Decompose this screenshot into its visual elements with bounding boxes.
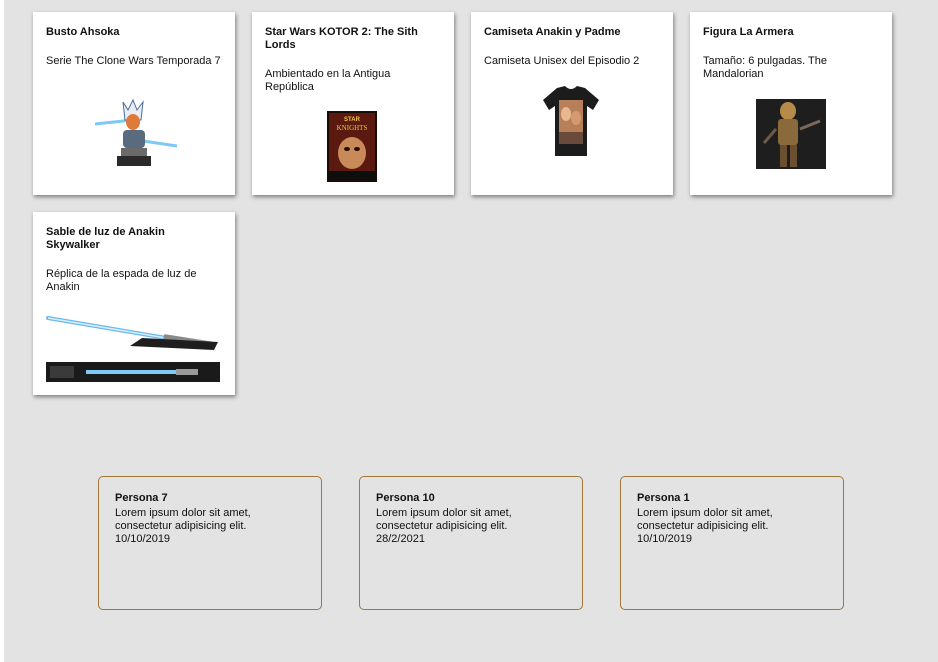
review-text: Lorem ipsum dolor sit amet, consectetur … — [115, 507, 251, 532]
svg-text:KNIGHTS: KNIGHTS — [337, 124, 368, 132]
review-text: Lorem ipsum dolor sit amet, consectetur … — [637, 507, 773, 532]
product-title: Sable de luz de Anakin Skywalker — [46, 226, 165, 251]
review-author: Persona 1 — [637, 492, 690, 504]
product-title: Busto Ahsoka — [46, 26, 120, 38]
product-description: Serie The Clone Wars Temporada 7 — [46, 55, 221, 67]
review-author: Persona 7 — [115, 492, 168, 504]
review-author: Persona 10 — [376, 492, 435, 504]
review-date: 28/2/2021 — [376, 533, 425, 545]
product-title: Star Wars KOTOR 2: The Sith Lords — [265, 26, 418, 51]
product-card[interactable]: Busto Ahsoka Serie The Clone Wars Tempor… — [33, 12, 235, 195]
product-title: Camiseta Anakin y Padme — [484, 26, 621, 38]
product-card[interactable]: Sable de luz de Anakin Skywalker Réplica… — [33, 212, 235, 395]
armorer-figure-image — [756, 99, 826, 169]
product-description: Ambientado en la Antigua República — [265, 68, 391, 93]
tshirt-image — [543, 86, 599, 156]
review-card: Persona 10 Lorem ipsum dolor sit amet, c… — [359, 476, 583, 610]
lightsaber-image — [46, 316, 220, 382]
product-description: Réplica de la espada de luz de Anakin — [46, 268, 197, 293]
ahsoka-bust-image — [94, 98, 178, 166]
review-text: Lorem ipsum dolor sit amet, consectetur … — [376, 507, 512, 532]
product-card[interactable]: Camiseta Anakin y Padme Camiseta Unisex … — [471, 12, 673, 195]
product-title: Figura La Armera — [703, 26, 794, 38]
review-date: 10/10/2019 — [115, 533, 171, 545]
page: Busto Ahsoka Serie The Clone Wars Tempor… — [4, 0, 938, 662]
review-card: Persona 7 Lorem ipsum dolor sit amet, co… — [98, 476, 322, 610]
review-card: Persona 1 Lorem ipsum dolor sit amet, co… — [620, 476, 844, 610]
product-description: Camiseta Unisex del Episodio 2 — [484, 55, 640, 67]
review-date: 10/10/2019 — [637, 533, 693, 545]
kotor2-cover-image: STAR KNIGHTS — [327, 111, 377, 182]
product-description: Tamaño: 6 pulgadas. The Mandalorian — [703, 55, 827, 80]
product-card[interactable]: Star Wars KOTOR 2: The Sith Lords Ambien… — [252, 12, 454, 195]
product-card[interactable]: Figura La Armera Tamaño: 6 pulgadas. The… — [690, 12, 892, 195]
svg-text:STAR: STAR — [344, 117, 361, 123]
